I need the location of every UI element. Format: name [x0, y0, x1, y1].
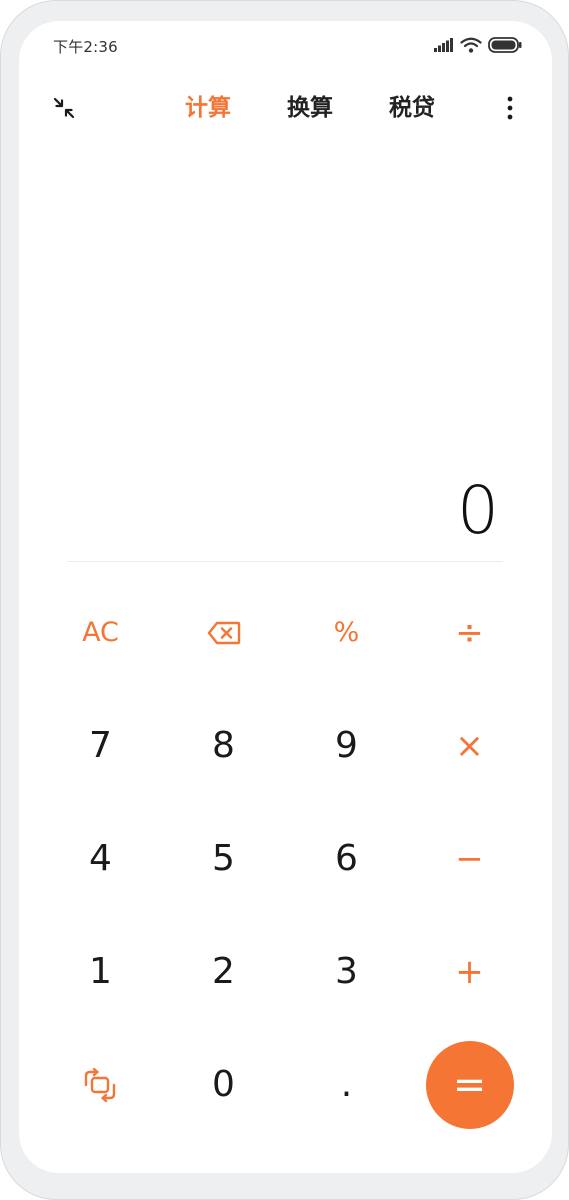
percent-button[interactable]: %: [285, 576, 408, 689]
equals-button[interactable]: =: [425, 1040, 514, 1129]
digit-1-button[interactable]: 1: [39, 915, 162, 1028]
digit-2-label: 2: [212, 950, 235, 992]
digit-8-label: 8: [212, 724, 235, 766]
digit-5-button[interactable]: 5: [162, 802, 285, 915]
add-label: +: [455, 951, 484, 992]
header: 计算 换算 税贷: [19, 83, 552, 133]
digit-8-button[interactable]: 8: [162, 689, 285, 802]
equals-label: =: [452, 1061, 487, 1108]
switch-mode-icon: [84, 1067, 115, 1102]
decimal-point-label: .: [340, 1063, 353, 1105]
digit-9-label: 9: [335, 724, 358, 766]
calculator-screen: 下午2:36 计算 换算 税贷 0 AC % ÷ 7 8 9 × 4 5 6 −…: [19, 21, 552, 1173]
digit-4-button[interactable]: 4: [39, 802, 162, 915]
battery-icon: [488, 37, 522, 53]
digit-3-button[interactable]: 3: [285, 915, 408, 1028]
tab-tax-loan[interactable]: 税贷: [361, 89, 463, 127]
wifi-icon: [460, 37, 482, 53]
mode-tabs: 计算 换算 税贷: [157, 89, 463, 127]
equals-key-cell: =: [408, 1028, 531, 1141]
backspace-button[interactable]: [162, 576, 285, 689]
collapse-icon[interactable]: [49, 93, 79, 123]
display-value: 0: [457, 472, 499, 549]
multiply-button[interactable]: ×: [408, 689, 531, 802]
clear-button[interactable]: AC: [39, 576, 162, 689]
digit-0-label: 0: [212, 1063, 235, 1105]
digit-1-label: 1: [89, 950, 112, 992]
display-divider: [67, 561, 503, 562]
signal-icon: [434, 38, 453, 52]
digit-6-button[interactable]: 6: [285, 802, 408, 915]
decimal-point-button[interactable]: .: [285, 1028, 408, 1141]
divide-label: ÷: [455, 612, 484, 653]
percent-label: %: [333, 617, 360, 648]
backspace-icon: [207, 621, 240, 644]
result-display: 0: [67, 461, 503, 561]
device-frame: 下午2:36 计算 换算 税贷 0 AC % ÷ 7 8 9 × 4 5 6 −…: [0, 0, 569, 1200]
digit-5-label: 5: [212, 837, 235, 879]
clear-label: AC: [82, 617, 119, 648]
digit-7-label: 7: [89, 724, 112, 766]
digit-7-button[interactable]: 7: [39, 689, 162, 802]
keypad: AC % ÷ 7 8 9 × 4 5 6 − 1 2 3 + 0 . =: [39, 576, 532, 1141]
multiply-label: ×: [455, 725, 484, 766]
status-icons: [434, 37, 522, 53]
tab-calculate[interactable]: 计算: [157, 89, 259, 127]
add-button[interactable]: +: [408, 915, 531, 1028]
digit-3-label: 3: [335, 950, 358, 992]
more-vertical-icon[interactable]: [498, 91, 522, 125]
status-bar: 下午2:36: [19, 21, 552, 73]
divide-button[interactable]: ÷: [408, 576, 531, 689]
status-time: 下午2:36: [53, 38, 118, 56]
digit-0-button[interactable]: 0: [162, 1028, 285, 1141]
digit-4-label: 4: [89, 837, 112, 879]
subtract-button[interactable]: −: [408, 802, 531, 915]
digit-2-button[interactable]: 2: [162, 915, 285, 1028]
switch-mode-button[interactable]: [39, 1028, 162, 1141]
digit-9-button[interactable]: 9: [285, 689, 408, 802]
digit-6-label: 6: [335, 837, 358, 879]
subtract-label: −: [455, 838, 484, 879]
tab-convert[interactable]: 换算: [259, 89, 361, 127]
